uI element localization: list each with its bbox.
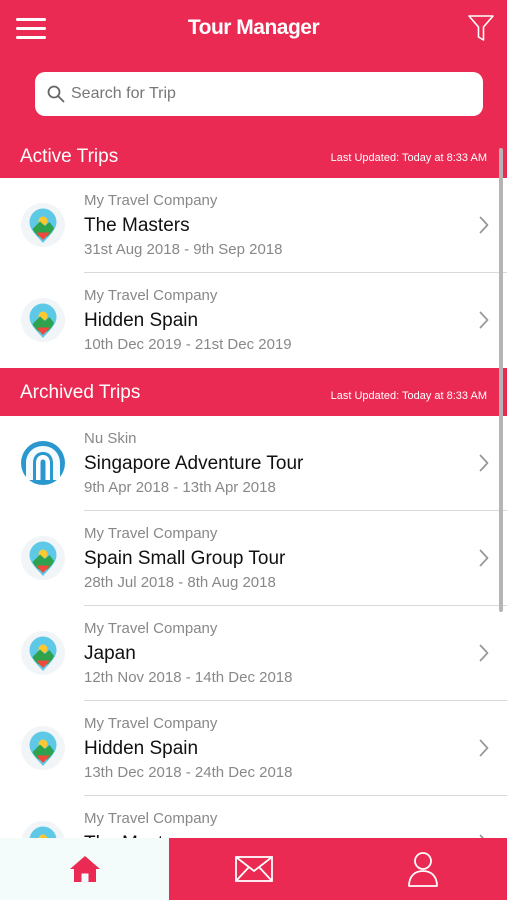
trip-company: Nu Skin (84, 430, 137, 447)
trip-name: Hidden Spain (84, 310, 199, 331)
active-trips-list: My Travel Company The Masters 31st Aug 2… (0, 178, 507, 368)
trip-name: Hidden Spain (84, 738, 199, 759)
trip-dates: 13th Dec 2018 - 24th Dec 2018 (84, 764, 293, 781)
trip-dates: 31st Aug 2018 - 9th Sep 2018 (84, 241, 283, 258)
search-bar[interactable] (35, 72, 483, 116)
travel-company-pin-logo (21, 298, 65, 342)
travel-company-pin-logo (21, 726, 65, 770)
section-title: Active Trips (20, 146, 119, 167)
trip-company: My Travel Company (84, 192, 218, 209)
trip-name: The Masters (84, 215, 190, 236)
last-updated-label: Last Updated: Today at 8:33 AM (330, 390, 487, 402)
chevron-right-icon (479, 739, 489, 757)
page-title: Tour Manager (187, 16, 320, 39)
chevron-right-icon (479, 454, 489, 472)
trip-dates: 9th Apr 2018 - 13th Apr 2018 (84, 479, 276, 496)
tab-profile[interactable] (338, 838, 507, 900)
app-header: Tour Manager (0, 0, 507, 140)
trip-row[interactable]: My Travel Company Hidden Spain 13th Dec … (0, 701, 507, 796)
search-input[interactable] (71, 72, 471, 116)
trip-dates: 28th Jul 2018 - 8th Aug 2018 (84, 574, 276, 591)
trip-company: My Travel Company (84, 287, 218, 304)
trip-name: Spain Small Group Tour (84, 548, 286, 569)
search-icon (47, 85, 65, 103)
tab-home[interactable] (0, 838, 169, 900)
chevron-right-icon (479, 644, 489, 662)
home-icon (69, 856, 100, 882)
scrollbar[interactable] (499, 148, 503, 612)
chevron-right-icon (479, 216, 489, 234)
trip-dates: 10th Dec 2019 - 21st Dec 2019 (84, 336, 292, 353)
trip-company: My Travel Company (84, 810, 218, 827)
section-title: Archived Trips (20, 382, 141, 403)
archived-trips-list: Nu Skin Singapore Adventure Tour 9th Apr… (0, 416, 507, 891)
trip-row[interactable]: My Travel Company Hidden Spain 10th Dec … (0, 273, 507, 368)
trip-company: My Travel Company (84, 620, 218, 637)
bottom-tab-bar (0, 838, 507, 900)
trip-name: Singapore Adventure Tour (84, 453, 304, 474)
travel-company-pin-logo (21, 536, 65, 580)
trip-name: Japan (84, 643, 136, 664)
trip-row[interactable]: Nu Skin Singapore Adventure Tour 9th Apr… (0, 416, 507, 511)
active-trips-header: Active Trips Last Updated: Today at 8:33… (0, 140, 507, 178)
trip-row[interactable]: My Travel Company Japan 12th Nov 2018 - … (0, 606, 507, 701)
archived-trips-header: Archived Trips Last Updated: Today at 8:… (0, 368, 507, 416)
last-updated-label: Last Updated: Today at 8:33 AM (330, 152, 487, 164)
travel-company-pin-logo (21, 203, 65, 247)
travel-company-pin-logo (21, 631, 65, 675)
trip-company: My Travel Company (84, 525, 218, 542)
trip-company: My Travel Company (84, 715, 218, 732)
mail-icon (234, 856, 273, 882)
nu-skin-logo (21, 441, 65, 485)
trip-dates: 12th Nov 2018 - 14th Dec 2018 (84, 669, 293, 686)
chevron-right-icon (479, 549, 489, 567)
trip-row[interactable]: My Travel Company The Masters 31st Aug 2… (0, 178, 507, 273)
tab-messages[interactable] (169, 838, 338, 900)
chevron-right-icon (479, 311, 489, 329)
profile-icon (407, 852, 438, 887)
trip-row[interactable]: My Travel Company Spain Small Group Tour… (0, 511, 507, 606)
filter-funnel-icon[interactable] (467, 13, 495, 43)
